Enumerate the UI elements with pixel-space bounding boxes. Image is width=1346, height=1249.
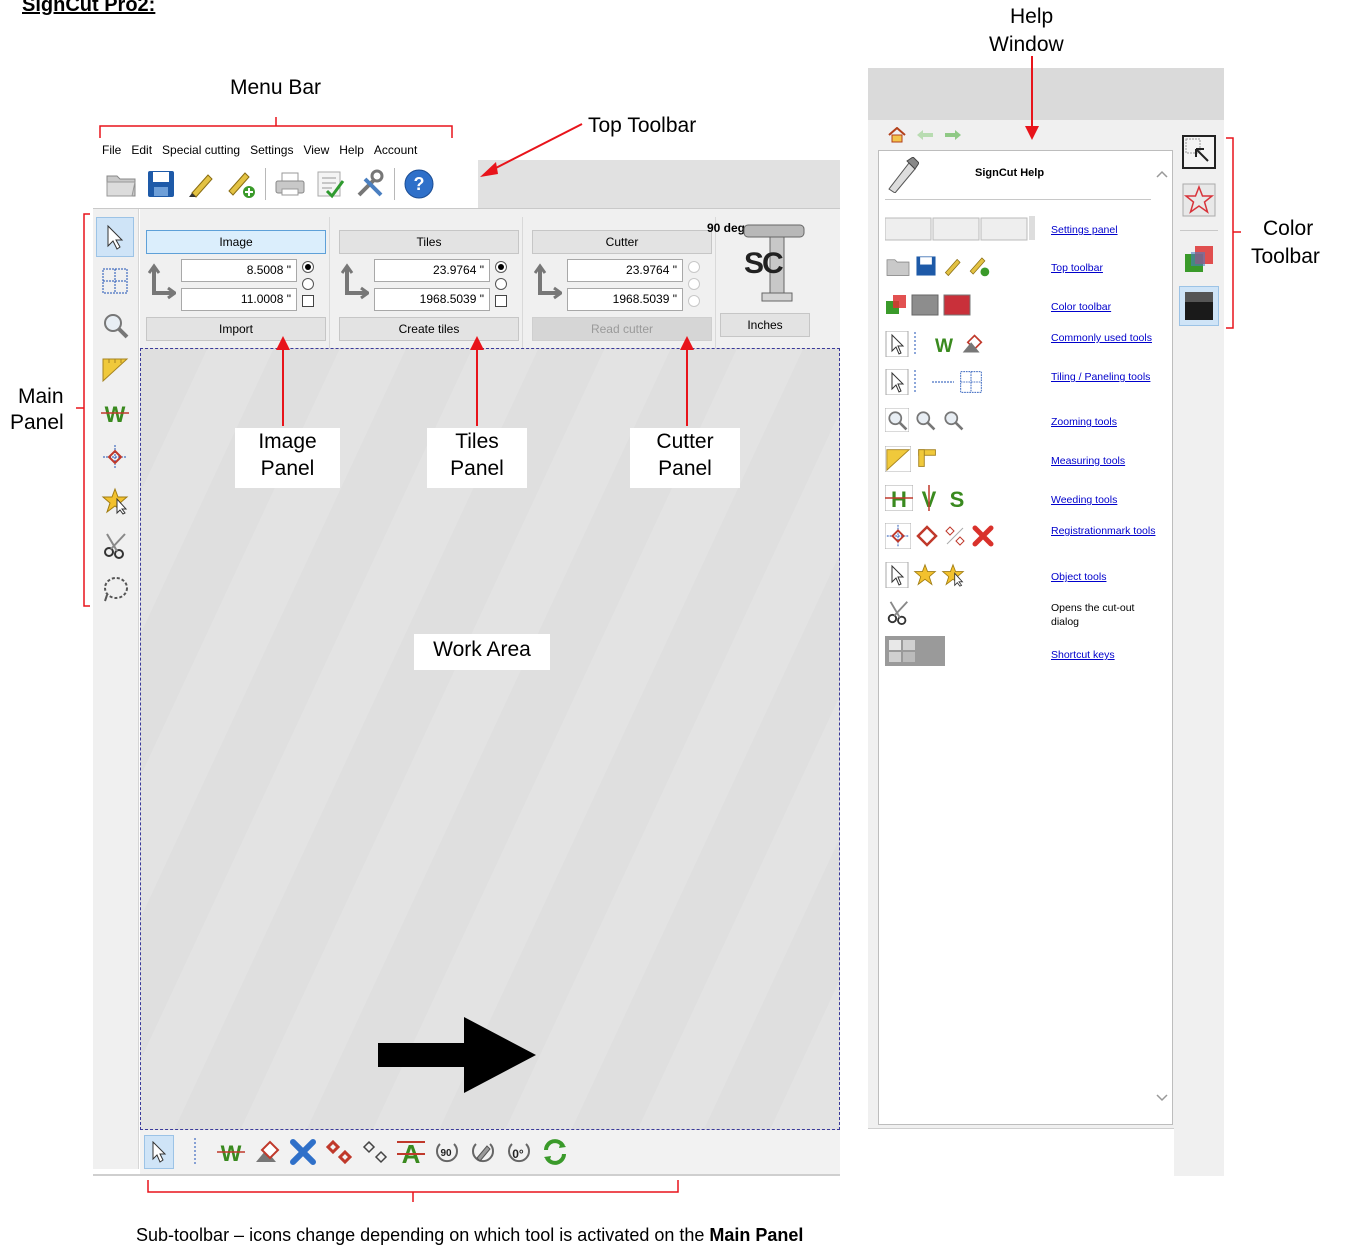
sub-toolbar-caption-text: Sub-toolbar – icons change depending on … xyxy=(136,1225,710,1245)
sub-toolbar-caption-bold: Main Panel xyxy=(709,1225,804,1245)
annotation-overlay xyxy=(76,56,1241,1202)
sub-toolbar-caption: Sub-toolbar – icons change depending on … xyxy=(136,1224,803,1246)
